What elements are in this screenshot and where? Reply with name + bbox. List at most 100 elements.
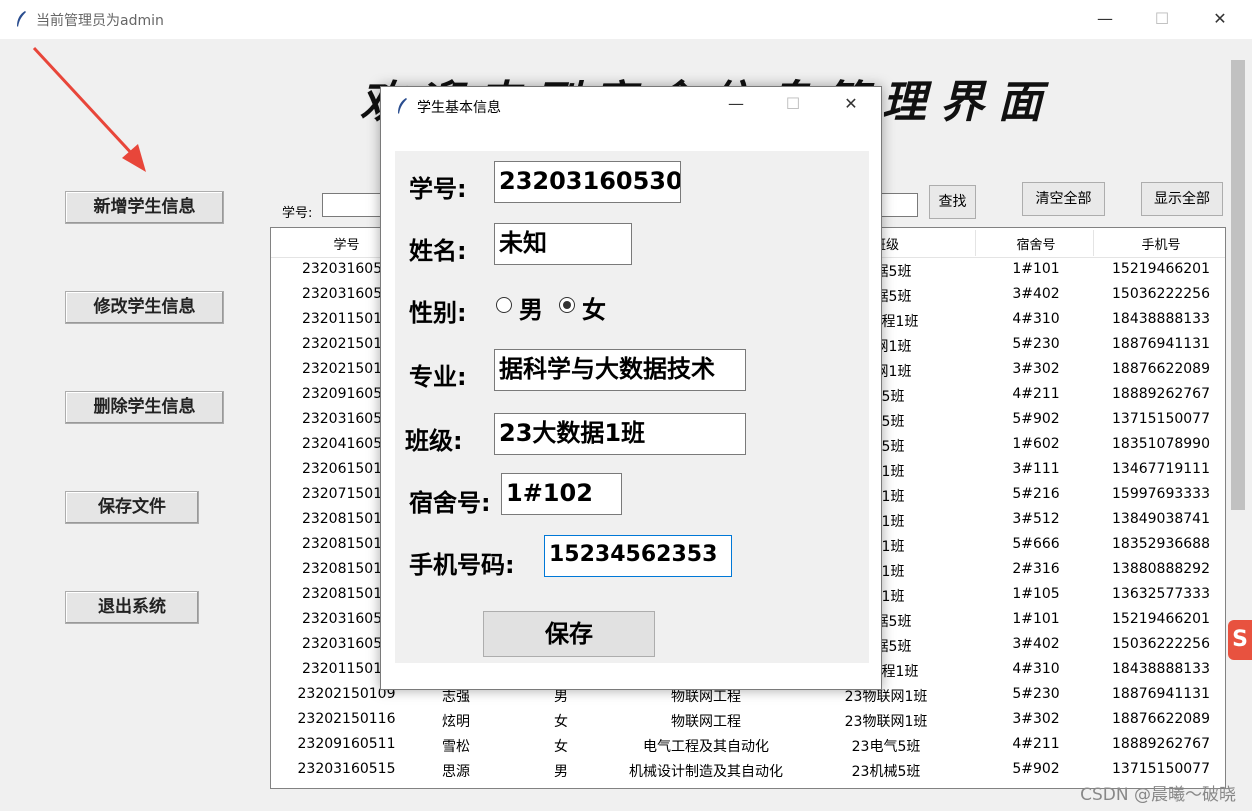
table-cell: 13880888292 xyxy=(1112,561,1210,577)
feather-icon xyxy=(398,98,407,114)
student-info-dialog: 学生基本信息 — ☐ ✕ 学号: 23203160530 姓名: 未知 性别: … xyxy=(380,86,882,690)
table-cell: 电气工程及其自动化 xyxy=(643,739,769,755)
dialog-minimize-button[interactable]: — xyxy=(721,91,751,117)
table-cell: 18889262767 xyxy=(1112,386,1210,402)
save-file-button[interactable]: 保存文件 xyxy=(65,491,199,524)
table-cell: 3#111 xyxy=(1012,461,1060,477)
table-cell: 18889262767 xyxy=(1112,736,1210,752)
close-button[interactable]: ✕ xyxy=(1205,6,1235,32)
gender-male-label[interactable]: 男 xyxy=(519,290,543,325)
table-cell: 23物联网1班 xyxy=(844,714,928,730)
table-cell: 15219466201 xyxy=(1112,611,1210,627)
table-cell: 4#211 xyxy=(1012,736,1060,752)
table-cell: 1#105 xyxy=(1012,586,1060,602)
table-cell: 13632577333 xyxy=(1112,586,1210,602)
show-all-button[interactable]: 显示全部 xyxy=(1141,182,1223,216)
table-cell: 1#101 xyxy=(1012,611,1060,627)
table-cell: 1#602 xyxy=(1012,436,1060,452)
student-id-label: 学号: xyxy=(409,175,467,203)
table-cell: 23机械5班 xyxy=(851,764,921,780)
add-student-button[interactable]: 新增学生信息 xyxy=(65,191,224,224)
table-cell: 13715150077 xyxy=(1112,761,1210,777)
table-cell: 5#230 xyxy=(1012,336,1060,352)
table-row[interactable]: 23202150116 炫明 女 物联网工程 23物联网1班 3#302 188766220… xyxy=(271,708,1225,733)
table-cell: 13715150077 xyxy=(1112,411,1210,427)
name-field[interactable]: 未知 xyxy=(494,223,632,265)
gender-female-label[interactable]: 女 xyxy=(582,290,606,325)
class-label: 班级: xyxy=(405,427,463,455)
column-separator[interactable] xyxy=(975,230,976,256)
dialog-maximize-button[interactable]: ☐ xyxy=(778,91,808,117)
side-logo-icon: S xyxy=(1228,620,1252,660)
table-cell: 3#302 xyxy=(1012,711,1060,727)
search-label: 学号: xyxy=(282,206,313,221)
find-button[interactable]: 查找 xyxy=(929,185,976,219)
dialog-close-button[interactable]: ✕ xyxy=(836,91,866,117)
table-cell: 物联网工程 xyxy=(671,714,741,730)
table-cell: 23202150116 xyxy=(297,711,396,727)
table-cell: 18438888133 xyxy=(1112,311,1210,327)
gender-female-radio[interactable] xyxy=(559,297,575,313)
table-cell: 13849038741 xyxy=(1112,511,1210,527)
table-row[interactable]: 23209160511 雪松 女 电气工程及其自动化 23电气5班 4#211 188892… xyxy=(271,733,1225,758)
table-cell: 18352936688 xyxy=(1112,536,1210,552)
table-cell: 18876622089 xyxy=(1112,361,1210,377)
gender-label: 性别: xyxy=(409,299,467,327)
major-label: 专业: xyxy=(409,363,467,391)
table-cell: 女 xyxy=(554,714,568,730)
table-cell: 13467719111 xyxy=(1112,461,1210,477)
feather-icon xyxy=(17,11,26,27)
student-id-field[interactable]: 23203160530 xyxy=(494,161,681,203)
column-header[interactable]: 手机号 xyxy=(1099,234,1223,253)
maximize-button[interactable]: ☐ xyxy=(1147,6,1177,32)
table-cell: 23209160511 xyxy=(297,736,396,752)
scrollbar-thumb[interactable] xyxy=(1231,60,1245,510)
table-cell: 5#902 xyxy=(1012,411,1060,427)
table-cell: 15219466201 xyxy=(1112,261,1210,277)
phone-field[interactable]: 15234562353 xyxy=(544,535,732,577)
table-cell: 18438888133 xyxy=(1112,661,1210,677)
red-arrow-annotation xyxy=(32,46,146,172)
delete-student-button[interactable]: 删除学生信息 xyxy=(65,391,224,424)
name-label: 姓名: xyxy=(409,237,467,265)
minimize-button[interactable]: — xyxy=(1090,6,1120,32)
table-cell: 4#211 xyxy=(1012,386,1060,402)
phone-label: 手机号码: xyxy=(409,551,515,579)
column-header[interactable]: 宿舍号 xyxy=(981,234,1091,253)
table-cell: 2#316 xyxy=(1012,561,1060,577)
gender-male-radio[interactable] xyxy=(496,297,512,313)
column-separator[interactable] xyxy=(1093,230,1094,256)
clear-all-button[interactable]: 清空全部 xyxy=(1022,182,1105,216)
table-cell: 23电气5班 xyxy=(851,739,921,755)
table-cell: 18876941131 xyxy=(1112,336,1210,352)
table-cell: 4#310 xyxy=(1012,311,1060,327)
dorm-label: 宿舍号: xyxy=(409,489,491,517)
dialog-save-button[interactable]: 保存 xyxy=(483,611,655,657)
class-field[interactable]: 23大数据1班 xyxy=(494,413,746,455)
table-cell: 思源 xyxy=(442,764,470,780)
table-cell: 3#512 xyxy=(1012,511,1060,527)
table-cell: 4#310 xyxy=(1012,661,1060,677)
table-cell: 5#666 xyxy=(1012,536,1060,552)
major-field[interactable]: 据科学与大数据技术 xyxy=(494,349,746,391)
dialog-title: 学生基本信息 xyxy=(417,100,501,116)
table-cell: 炫明 xyxy=(442,714,470,730)
table-cell: 3#402 xyxy=(1012,286,1060,302)
table-cell: 18876622089 xyxy=(1112,711,1210,727)
table-cell: 5#230 xyxy=(1012,686,1060,702)
table-cell: 18351078990 xyxy=(1112,436,1210,452)
table-cell: 女 xyxy=(554,739,568,755)
table-cell: 雪松 xyxy=(442,739,470,755)
table-cell: 男 xyxy=(554,764,568,780)
title-bar: 当前管理员为admin — ☐ ✕ xyxy=(0,0,1252,39)
exit-system-button[interactable]: 退出系统 xyxy=(65,591,199,624)
table-cell: 5#216 xyxy=(1012,486,1060,502)
edit-student-button[interactable]: 修改学生信息 xyxy=(65,291,224,324)
table-cell: 5#902 xyxy=(1012,761,1060,777)
table-cell: 机械设计制造及其自动化 xyxy=(629,764,783,780)
table-cell: 15036222256 xyxy=(1112,636,1210,652)
dorm-field[interactable]: 1#102 xyxy=(501,473,622,515)
table-cell: 15036222256 xyxy=(1112,286,1210,302)
table-cell: 3#302 xyxy=(1012,361,1060,377)
table-cell: 15997693333 xyxy=(1112,486,1210,502)
